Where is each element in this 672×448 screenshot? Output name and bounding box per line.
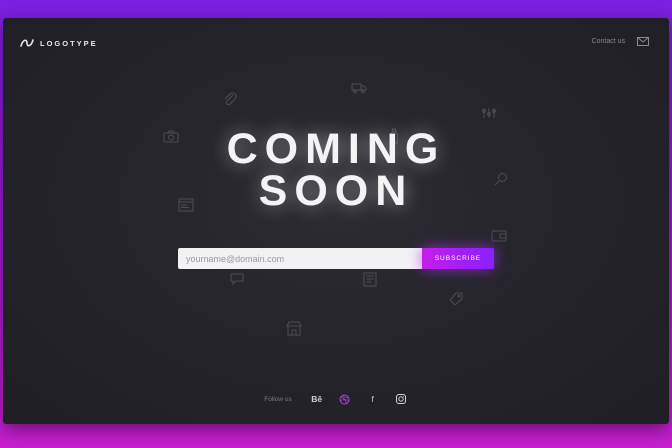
hero-headline: COMING SOON (3, 125, 669, 215)
storefront-icon (286, 321, 302, 336)
chat-bubble-icon (230, 273, 244, 285)
dribbble-glyph (339, 394, 350, 404)
email-input[interactable] (178, 248, 422, 269)
document-icon (363, 272, 377, 287)
hero-line-1: COMING (226, 125, 446, 173)
contact-link[interactable]: Contact us (592, 38, 625, 45)
tag-icon (449, 292, 463, 306)
logo[interactable]: LOGOTYPE (20, 37, 98, 49)
follow-label: Follow us (264, 395, 292, 403)
header-contact: Contact us (592, 37, 649, 46)
logo-text: LOGOTYPE (40, 38, 98, 48)
dribbble-icon[interactable] (338, 393, 352, 405)
subscribe-form: SUBSCRIBE (178, 248, 494, 269)
footer-social: Follow us Bē f (3, 393, 669, 405)
hero-line-2: SOON (258, 167, 414, 215)
facebook-glyph: f (371, 394, 374, 404)
paperclip-icon (224, 92, 237, 106)
subscribe-button[interactable]: SUBSCRIBE (422, 248, 494, 269)
landing-window: LOGOTYPE Contact us COMING SOON yourname… (3, 18, 669, 424)
behance-icon[interactable]: Bē (310, 393, 324, 405)
logo-mark-icon (20, 39, 34, 47)
facebook-icon[interactable]: f (366, 393, 380, 405)
wallet-icon (491, 230, 507, 242)
instagram-icon[interactable] (394, 393, 408, 405)
truck-icon (351, 83, 367, 94)
mail-icon[interactable] (637, 37, 649, 46)
behance-glyph: Bē (311, 394, 323, 404)
hanger-icon (482, 108, 496, 118)
instagram-glyph (395, 394, 406, 404)
